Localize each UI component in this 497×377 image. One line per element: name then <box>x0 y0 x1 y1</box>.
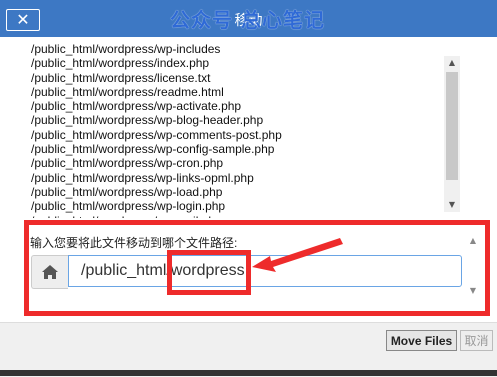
move-files-button[interactable]: Move Files <box>386 330 457 351</box>
window-bottom-edge <box>0 370 497 376</box>
cancel-button[interactable]: 取消 <box>460 330 493 351</box>
dialog-footer: Move Files 取消 <box>0 322 497 377</box>
annotation-arrow-icon <box>252 238 343 272</box>
